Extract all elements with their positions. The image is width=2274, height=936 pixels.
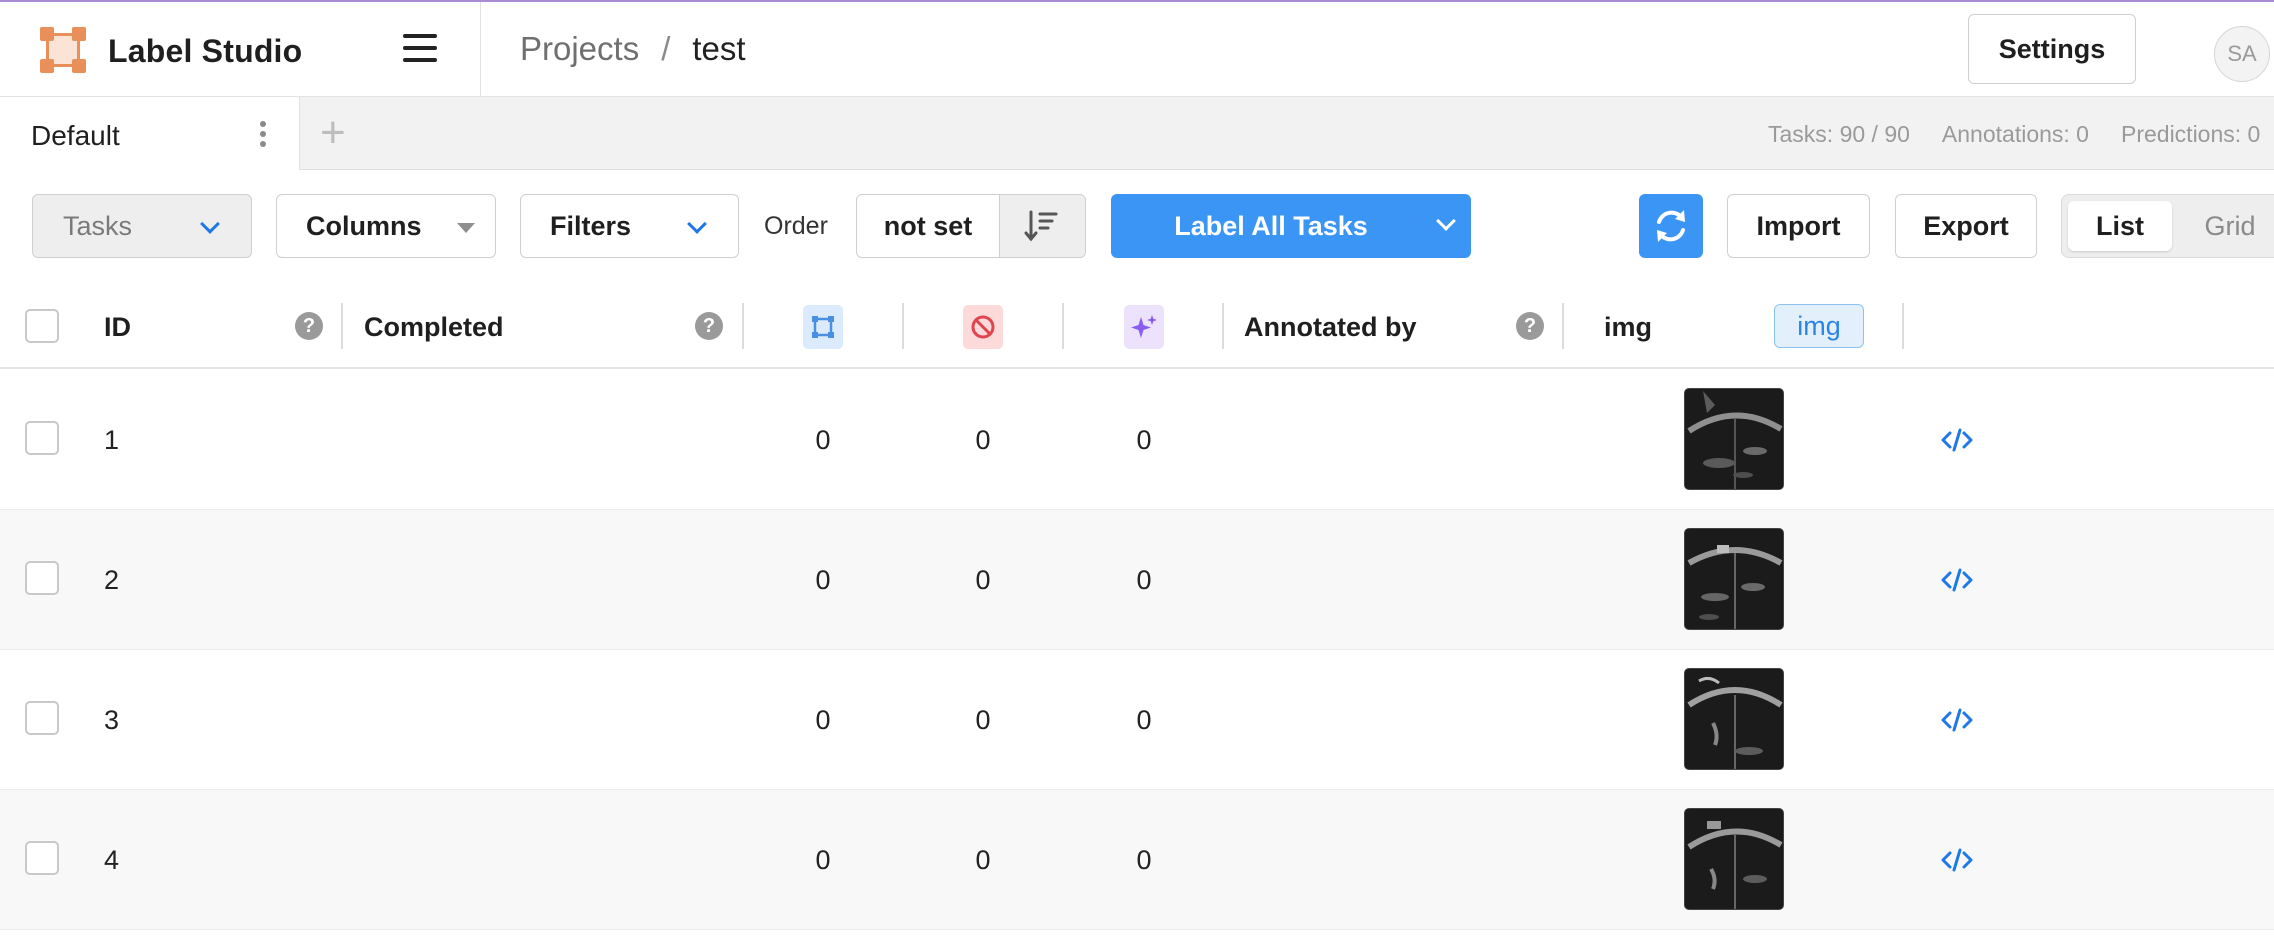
project-stats: Tasks: 90 / 90 Annotations: 0 Prediction…: [1768, 121, 2260, 148]
cell-total-annotations: 0: [815, 564, 831, 595]
view-tab-bar: Default + Tasks: 90 / 90 Annotations: 0 …: [0, 97, 2274, 171]
header-divider: [480, 2, 481, 97]
cell-id: 4: [104, 844, 120, 875]
help-icon[interactable]: ?: [1516, 312, 1544, 340]
view-source-code-icon[interactable]: [1940, 844, 1974, 876]
chevron-down-icon[interactable]: [1436, 211, 1456, 231]
import-button[interactable]: Import: [1727, 194, 1870, 258]
order-field-select[interactable]: not set: [857, 195, 999, 257]
filters-dropdown[interactable]: Filters: [520, 194, 739, 258]
row-checkbox[interactable]: [25, 701, 59, 735]
cell-cancelled: 0: [975, 564, 991, 595]
cell-id: 1: [104, 424, 120, 455]
task-image-thumbnail[interactable]: [1684, 388, 1784, 490]
breadcrumb: Projects / test: [520, 30, 746, 68]
label-all-tasks-label: Label All Tasks: [1174, 210, 1368, 241]
data-manager-toolbar: Tasks Columns Filters Order not set Labe…: [0, 170, 2274, 285]
task-image-thumbnail[interactable]: [1684, 668, 1784, 770]
view-source-code-icon[interactable]: [1940, 564, 1974, 596]
cell-total-annotations: 0: [815, 424, 831, 455]
app-brand[interactable]: Label Studio: [108, 33, 302, 70]
add-tab-button[interactable]: +: [320, 111, 346, 155]
column-header-completed[interactable]: Completed: [364, 285, 504, 369]
table-header: ID ? Completed ? Annotated by ? img img: [0, 285, 2274, 369]
view-source-code-icon[interactable]: [1940, 424, 1974, 456]
table-row[interactable]: 3 0 0 0: [0, 650, 2274, 790]
caret-down-icon: [457, 223, 475, 233]
label-all-tasks-button[interactable]: Label All Tasks: [1111, 194, 1471, 258]
top-header: Label Studio Projects / test Settings SA: [0, 2, 2274, 97]
column-resizer[interactable]: [1222, 303, 1224, 349]
refresh-button[interactable]: [1639, 194, 1703, 258]
column-header-img[interactable]: img: [1604, 285, 1652, 369]
order-label: Order: [764, 212, 828, 240]
stat-predictions: Predictions: 0: [2120, 121, 2261, 147]
column-resizer[interactable]: [1062, 303, 1064, 349]
columns-dropdown-label: Columns: [306, 210, 422, 241]
view-list-option[interactable]: List: [2068, 201, 2172, 251]
table-row[interactable]: 4 0 0 0: [0, 790, 2274, 930]
column-resizer[interactable]: [1562, 303, 1564, 349]
view-mode-toggle: List Grid: [2061, 194, 2274, 258]
breadcrumb-projects-link[interactable]: Projects: [520, 30, 639, 68]
help-icon[interactable]: ?: [295, 312, 323, 340]
view-source-code-icon[interactable]: [1940, 704, 1974, 736]
columns-dropdown[interactable]: Columns: [276, 194, 496, 258]
breadcrumb-current-project[interactable]: test: [692, 30, 745, 68]
tab-default[interactable]: Default: [0, 97, 300, 171]
cell-predictions: 0: [1136, 424, 1152, 455]
cell-id: 3: [104, 704, 120, 735]
cell-predictions: 0: [1136, 564, 1152, 595]
table-row[interactable]: 2 0 0 0: [0, 510, 2274, 650]
cell-total-annotations: 0: [815, 844, 831, 875]
cell-predictions: 0: [1136, 844, 1152, 875]
tasks-actions-dropdown[interactable]: Tasks: [32, 194, 252, 258]
user-avatar[interactable]: SA: [2214, 26, 2270, 82]
refresh-icon: [1657, 210, 1685, 242]
cell-id: 2: [104, 564, 120, 595]
column-header-id[interactable]: ID: [104, 285, 131, 369]
order-control: not set: [856, 194, 1086, 258]
app-root: Label Studio Projects / test Settings SA…: [0, 0, 2274, 936]
row-checkbox[interactable]: [25, 841, 59, 875]
chevron-down-icon: [687, 214, 707, 234]
img-type-badge: img: [1774, 304, 1864, 348]
column-resizer[interactable]: [341, 303, 343, 349]
tab-options-kebab-icon[interactable]: [259, 121, 267, 147]
menu-hamburger-icon[interactable]: [400, 32, 440, 66]
tab-default-label: Default: [31, 120, 120, 151]
filters-dropdown-label: Filters: [550, 210, 632, 241]
export-button[interactable]: Export: [1895, 194, 2037, 258]
sort-direction-button[interactable]: [999, 195, 1085, 257]
sort-direction-icon: [1024, 210, 1058, 242]
predictions-sparkle-icon[interactable]: [1124, 305, 1164, 349]
help-icon[interactable]: ?: [695, 312, 723, 340]
column-resizer[interactable]: [902, 303, 904, 349]
total-annotations-icon[interactable]: [803, 305, 843, 349]
chevron-down-icon: [200, 214, 220, 234]
select-all-checkbox[interactable]: [25, 309, 59, 343]
cell-predictions: 0: [1136, 704, 1152, 735]
row-checkbox[interactable]: [25, 561, 59, 595]
tasks-dropdown-label: Tasks: [63, 210, 133, 241]
stat-tasks: Tasks: 90 / 90: [1768, 121, 1910, 147]
settings-button[interactable]: Settings: [1968, 14, 2136, 84]
table-row[interactable]: 1 0 0 0: [0, 370, 2274, 510]
column-header-annotated-by[interactable]: Annotated by: [1244, 285, 1417, 369]
column-resizer[interactable]: [1902, 303, 1904, 349]
cell-cancelled: 0: [975, 704, 991, 735]
view-grid-option[interactable]: Grid: [2180, 201, 2274, 251]
breadcrumb-separator: /: [661, 30, 671, 67]
cancelled-annotations-icon[interactable]: [963, 305, 1003, 349]
stat-annotations: Annotations: 0: [1941, 121, 2089, 147]
task-image-thumbnail[interactable]: [1684, 528, 1784, 630]
cell-cancelled: 0: [975, 424, 991, 455]
task-image-thumbnail[interactable]: [1684, 808, 1784, 910]
label-studio-logo-icon[interactable]: [40, 27, 86, 73]
column-resizer[interactable]: [742, 303, 744, 349]
cell-cancelled: 0: [975, 844, 991, 875]
row-checkbox[interactable]: [25, 421, 59, 455]
cell-total-annotations: 0: [815, 704, 831, 735]
